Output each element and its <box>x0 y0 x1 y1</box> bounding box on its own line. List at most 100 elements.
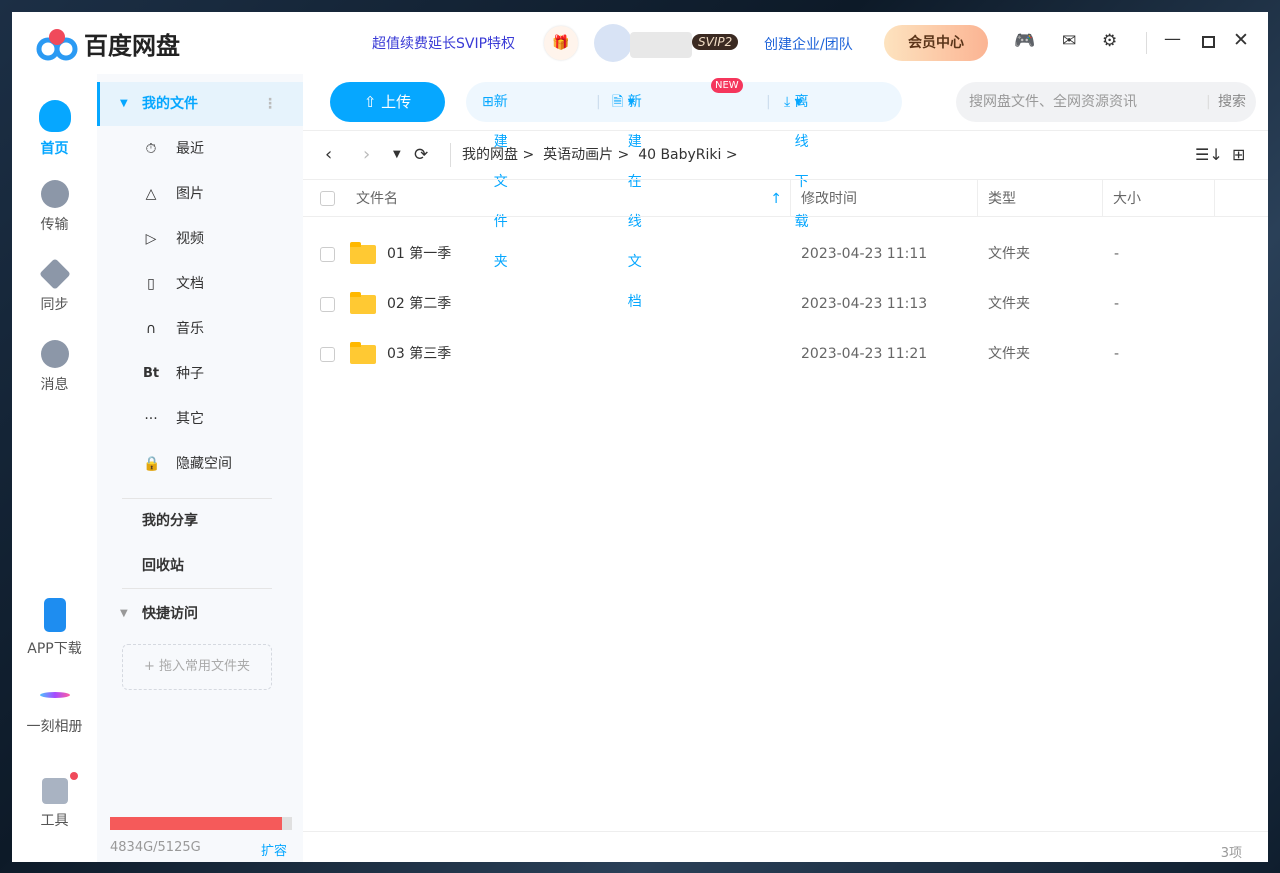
refresh-icon[interactable]: ⟳ <box>414 131 428 179</box>
file-name[interactable]: 03 第三季 <box>387 329 451 379</box>
grid-view-icon[interactable]: ⊞ <box>1232 131 1245 179</box>
header: 百度网盘 超值续费延长SVIP特权 🎁 SVIP2 创建企业/团队 会员中心 🎮… <box>12 12 1268 74</box>
folder-icon <box>350 345 376 364</box>
sidebar-label: 最近 <box>176 127 204 171</box>
close-icon[interactable]: ✕ <box>1233 29 1249 51</box>
forward-icon[interactable]: › <box>363 131 370 179</box>
breadcrumb-bar: ‹ › ▼ ⟳ 我的网盘 > 英语动画片 > 40 BabyRiki > ☰↓ … <box>303 130 1268 178</box>
sidebar-quick-access[interactable]: ▼快捷访问 <box>97 592 303 636</box>
tools-grid-icon <box>42 778 68 804</box>
modified-time: 2023-04-23 11:21 <box>801 329 927 379</box>
sidebar-label: 图片 <box>176 172 204 216</box>
nav-messages[interactable]: 消息 <box>12 340 97 394</box>
nav-label: 工具 <box>41 813 69 829</box>
sidebar-label: 视频 <box>176 217 204 261</box>
column-header-name[interactable]: 文件名↑ <box>303 179 790 217</box>
file-name[interactable]: 01 第一季 <box>387 229 451 279</box>
breadcrumb-item[interactable]: 英语动画片 <box>543 147 613 163</box>
upload-label: 上传 <box>381 93 411 111</box>
settings-icon[interactable]: ⚙ <box>1102 31 1117 51</box>
nav-sync[interactable]: 同步 <box>12 260 97 314</box>
nav-app-download[interactable]: APP下载 <box>12 598 97 658</box>
row-checkbox[interactable] <box>320 247 335 262</box>
nav-tools[interactable]: 工具 <box>12 778 97 830</box>
search-button[interactable]: 搜索 <box>1218 82 1246 122</box>
column-header-type[interactable]: 类型 <box>977 179 1102 217</box>
column-header-size[interactable]: 大小 <box>1102 179 1215 217</box>
sidebar-item[interactable]: ▯文档 <box>97 262 303 306</box>
sidebar-my-files[interactable]: ▼ 我的文件 ⋮ <box>97 82 303 126</box>
header-label: 文件名 <box>356 180 398 218</box>
sidebar-item[interactable]: ∩音乐 <box>97 307 303 351</box>
status-bar: 3项 <box>303 831 1268 862</box>
sidebar-item[interactable]: ▷ 视频 <box>97 217 303 261</box>
breadcrumb-item[interactable]: 我的网盘 <box>462 147 518 163</box>
table-row[interactable]: 03 第三季 2023-04-23 11:21 文件夹 - <box>303 329 1268 379</box>
avatar[interactable] <box>594 24 632 62</box>
table-row[interactable]: 02 第二季2023-04-23 11:13文件夹- <box>303 279 1268 329</box>
sidebar-label: 我的文件 <box>142 82 198 126</box>
upload-button[interactable]: ⇧ 上传 <box>330 82 445 122</box>
file-name[interactable]: 02 第二季 <box>387 279 451 329</box>
nav-home[interactable]: 首页 <box>12 100 97 158</box>
sort-list-icon[interactable]: ☰↓ <box>1195 131 1223 179</box>
file-size: - <box>1114 329 1119 379</box>
minimize-icon[interactable]: — <box>1164 29 1181 49</box>
sidebar-item[interactable]: △图片 <box>97 172 303 216</box>
table-row[interactable]: 01 第一季2023-04-23 11:11文件夹- <box>303 229 1268 279</box>
sidebar-label: 种子 <box>176 352 204 396</box>
nav-yike-album[interactable]: 一刻相册 <box>12 678 97 736</box>
category-icon: ▷ <box>143 217 159 261</box>
sidebar-label: 快捷访问 <box>142 592 198 636</box>
file-type: 文件夹 <box>988 329 1030 379</box>
mail-icon[interactable]: ✉ <box>1062 31 1076 51</box>
vip-center-button[interactable]: 会员中心 <box>884 25 988 61</box>
sidebar-recycle-bin[interactable]: 回收站 <box>97 544 303 588</box>
offline-download-button[interactable]: ⤓ 离线下载 ▾ <box>784 82 802 122</box>
sidebar-my-share[interactable]: 我的分享 <box>97 499 303 543</box>
category-icon: 🔒 <box>143 442 159 486</box>
divider: | <box>1206 82 1211 122</box>
quick-access-drop-zone[interactable]: + 拖入常用文件夹 <box>122 644 272 690</box>
row-checkbox[interactable] <box>320 347 335 362</box>
modified-time: 2023-04-23 11:13 <box>801 279 927 329</box>
new-folder-button[interactable]: ⊞ 新建文件夹 <box>482 82 494 122</box>
cloud-icon <box>39 100 71 132</box>
toolbar: ⊞ 新建文件夹 | 🗎 新建在线文档 ▾ NEW | ⤓ 离线下载 ▾ <box>466 82 902 122</box>
new-badge: NEW <box>711 78 743 93</box>
create-team-link[interactable]: 创建企业/团队 <box>764 34 853 54</box>
nav-label: 传输 <box>41 217 69 233</box>
select-all-checkbox[interactable] <box>320 191 335 206</box>
gift-icon[interactable]: 🎁 <box>544 26 578 60</box>
folder-icon <box>350 245 376 264</box>
sidebar-item[interactable]: 🔒 隐藏空间 <box>97 442 303 486</box>
nav-transfer[interactable]: 传输 <box>12 180 97 234</box>
sidebar-item[interactable]: Bt种子 <box>97 352 303 396</box>
app-window: 百度网盘 超值续费延长SVIP特权 🎁 SVIP2 创建企业/团队 会员中心 🎮… <box>12 12 1268 862</box>
file-size: - <box>1114 279 1119 329</box>
more-icon[interactable]: ⋮ <box>263 82 277 126</box>
sidebar-label: 我的分享 <box>142 499 198 543</box>
row-checkbox[interactable] <box>320 297 335 312</box>
expand-storage-link[interactable]: 扩容 <box>261 840 287 859</box>
breadcrumb-item[interactable]: 40 BabyRiki <box>638 147 721 163</box>
divider <box>122 588 272 589</box>
search-input[interactable]: 搜网盘文件、全网资源资讯 <box>969 82 1137 122</box>
baidu-cloud-logo-icon <box>36 27 78 61</box>
sidebar-item[interactable]: ⏱最近 <box>97 127 303 171</box>
file-type: 文件夹 <box>988 229 1030 279</box>
maximize-icon[interactable] <box>1202 36 1215 48</box>
column-header-modified[interactable]: 修改时间 <box>790 179 977 217</box>
caret-down-icon: ▼ <box>120 82 128 126</box>
history-dropdown-icon[interactable]: ▼ <box>393 131 401 179</box>
back-icon[interactable]: ‹ <box>325 131 332 179</box>
new-online-doc-button[interactable]: 🗎 新建在线文档 ▾ <box>612 82 635 122</box>
sidebar-label: 隐藏空间 <box>176 442 232 486</box>
sidebar-item[interactable]: ···其它 <box>97 397 303 441</box>
transfer-icon <box>41 180 69 208</box>
sidebar-label: 音乐 <box>176 307 204 351</box>
sidebar: ▼ 我的文件 ⋮ ⏱最近△图片▷ 视频▯文档∩音乐Bt种子···其它🔒 隐藏空间 我的分… <box>97 74 303 862</box>
game-controller-icon[interactable]: 🎮 <box>1014 31 1035 51</box>
svip-promo-link[interactable]: 超值续费延长SVIP特权 <box>372 33 515 53</box>
divider <box>1146 32 1147 54</box>
